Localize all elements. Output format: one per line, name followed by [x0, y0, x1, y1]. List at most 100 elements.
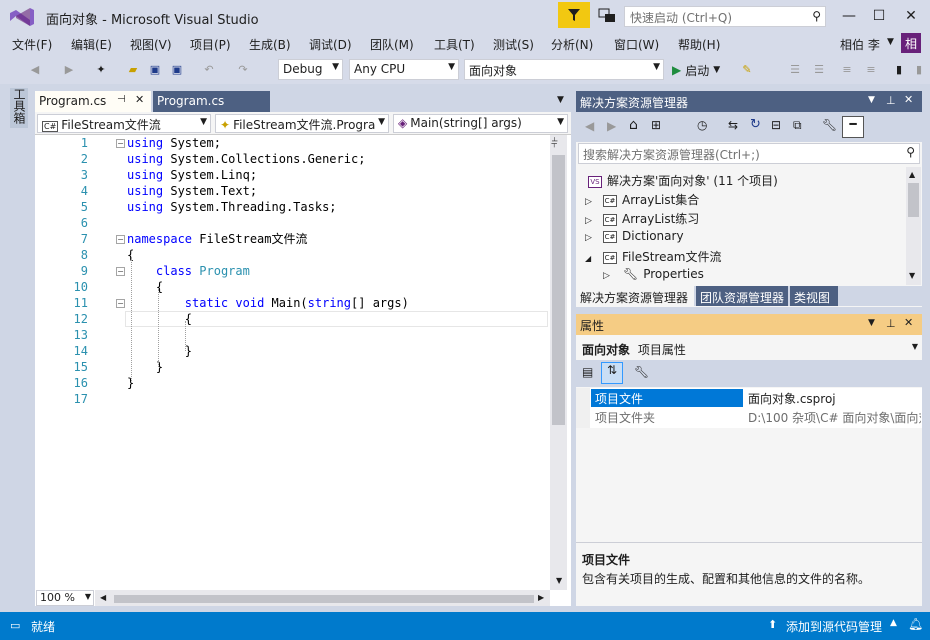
- nav-type-select[interactable]: ✦ FileStream文件流.Progra ▼: [215, 114, 389, 133]
- save-all-icon[interactable]: ▣: [168, 60, 186, 78]
- scroll-left-icon[interactable]: ◀: [100, 593, 106, 602]
- startup-project-select[interactable]: 面向对象 ▼: [464, 59, 664, 80]
- add-to-source-control-button[interactable]: 添加到源代码管理: [786, 618, 882, 635]
- pin-icon[interactable]: ⊥: [886, 94, 896, 107]
- menu-window[interactable]: 窗口(W): [614, 36, 659, 53]
- code-line[interactable]: using System.Threading.Tasks;: [127, 199, 337, 215]
- collapse-all-icon[interactable]: ⊟: [771, 118, 781, 132]
- avatar[interactable]: 相: [901, 33, 921, 53]
- start-debugging-button[interactable]: ▶ 启动 ▼: [672, 60, 720, 80]
- code-line[interactable]: }: [127, 343, 192, 359]
- tab-solution-explorer[interactable]: 解决方案资源管理器: [576, 286, 694, 306]
- menu-view[interactable]: 视图(V): [130, 36, 172, 53]
- tree-item-filestream[interactable]: ◢ C# FileStream文件流: [585, 248, 722, 265]
- menu-debug[interactable]: 调试(D): [309, 36, 352, 53]
- maximize-button[interactable]: ☐: [864, 4, 894, 28]
- pending-changes-icon[interactable]: ◷: [697, 118, 707, 132]
- tree-item-arraylist-collection[interactable]: ▷ C# ArrayList集合: [585, 191, 699, 208]
- uncomment-icon[interactable]: ☰: [810, 60, 828, 78]
- code-editor[interactable]: [35, 91, 571, 606]
- next-bookmark-icon[interactable]: ▮: [910, 60, 928, 78]
- search-icon[interactable]: ⚲: [812, 9, 821, 23]
- browser-link-icon[interactable]: ✎: [738, 60, 756, 78]
- close-icon[interactable]: ✕: [904, 93, 913, 106]
- comment-icon[interactable]: ☰: [786, 60, 804, 78]
- toolbox-tab[interactable]: 工具箱: [10, 88, 28, 128]
- pin-icon[interactable]: ⊥: [886, 317, 896, 330]
- feedback-icon[interactable]: [597, 7, 619, 25]
- code-line[interactable]: using System.Collections.Generic;: [127, 151, 365, 167]
- zoom-select[interactable]: 100 % ▼: [36, 590, 94, 606]
- minimize-button[interactable]: —: [834, 4, 864, 28]
- notification-icon[interactable]: 🔔︎: [908, 617, 923, 631]
- configuration-select[interactable]: Debug ▼: [278, 59, 343, 80]
- tab-program-cs-2[interactable]: Program.cs: [153, 91, 270, 112]
- collapse-icon[interactable]: ◢: [585, 254, 603, 263]
- dropdown-icon[interactable]: ▼: [868, 95, 875, 105]
- split-icon[interactable]: ⫩: [551, 136, 558, 151]
- scroll-up-icon[interactable]: ▲: [909, 170, 915, 179]
- menu-test[interactable]: 测试(S): [493, 36, 534, 53]
- menu-tools[interactable]: 工具(T): [434, 36, 475, 53]
- undo-icon[interactable]: ↶: [200, 60, 218, 78]
- platform-select[interactable]: Any CPU ▼: [349, 59, 459, 80]
- menu-analyze[interactable]: 分析(N): [551, 36, 593, 53]
- back-icon[interactable]: ◀: [585, 119, 594, 133]
- back-icon[interactable]: ◀: [26, 60, 44, 78]
- close-button[interactable]: ✕: [896, 4, 926, 28]
- preview-icon[interactable]: ━: [842, 116, 864, 138]
- expand-icon[interactable]: ▷: [585, 216, 603, 226]
- arrow-up-icon[interactable]: ⬆: [768, 618, 777, 631]
- property-row-value[interactable]: D:\100 杂项\C# 面向对象\面向对: [744, 408, 921, 426]
- tree-item-arraylist-practice[interactable]: ▷ C# ArrayList练习: [585, 210, 699, 227]
- code-line[interactable]: class Program: [127, 263, 250, 279]
- editor-scroll-thumb[interactable]: [552, 155, 565, 425]
- tree-item-dictionary[interactable]: ▷ C# Dictionary: [585, 229, 684, 243]
- expand-icon[interactable]: ▷: [585, 197, 603, 207]
- open-file-icon[interactable]: ▰: [124, 60, 142, 78]
- nav-project-select[interactable]: C# FileStream文件流 ▼: [37, 114, 211, 133]
- scroll-down-icon[interactable]: ▼: [556, 576, 562, 585]
- collapse-icon[interactable]: −: [116, 235, 125, 244]
- menu-help[interactable]: 帮助(H): [678, 36, 720, 53]
- sync-icon[interactable]: ⇆: [728, 118, 738, 132]
- properties-object-select[interactable]: 面向对象 项目属性 ▼: [576, 337, 922, 359]
- categorized-icon[interactable]: ▤: [582, 365, 593, 379]
- tree-scroll-thumb[interactable]: [908, 183, 919, 217]
- properties-wrench-icon[interactable]: 🔧︎: [822, 118, 837, 132]
- menu-project[interactable]: 项目(P): [190, 36, 231, 53]
- tab-class-view[interactable]: 类视图: [790, 286, 838, 306]
- property-pages-wrench-icon[interactable]: 🔧︎: [634, 365, 649, 379]
- collapse-icon[interactable]: −: [116, 299, 125, 308]
- new-project-icon[interactable]: ✦: [92, 60, 110, 78]
- forward-icon[interactable]: ▶: [60, 60, 78, 78]
- menu-edit[interactable]: 编辑(E): [71, 36, 112, 53]
- code-line[interactable]: namespace FileStream文件流: [127, 231, 308, 247]
- solution-search-input[interactable]: 搜索解决方案资源管理器(Ctrl+;) ⚲: [578, 143, 920, 164]
- user-name[interactable]: 相伯 李: [840, 36, 880, 53]
- alphabetical-icon[interactable]: ⇅: [601, 362, 623, 384]
- dropdown-icon[interactable]: ▼: [868, 318, 875, 328]
- bookmark-icon[interactable]: ▮: [890, 60, 908, 78]
- menu-build[interactable]: 生成(B): [249, 36, 291, 53]
- collapse-icon[interactable]: −: [116, 139, 125, 148]
- scroll-right-icon[interactable]: ▶: [538, 593, 544, 602]
- pin-icon[interactable]: ⊣: [117, 94, 126, 105]
- property-row-name[interactable]: 项目文件夹: [591, 408, 743, 426]
- tree-item-properties[interactable]: ▷ 🔧︎ Properties: [603, 267, 704, 281]
- code-line[interactable]: using System;: [127, 135, 221, 151]
- nav-member-select[interactable]: ◈ Main(string[] args) ▼: [393, 114, 568, 133]
- forward-icon[interactable]: ▶: [607, 119, 616, 133]
- code-line[interactable]: using System.Linq;: [127, 167, 257, 183]
- indent-icon[interactable]: ≡: [838, 60, 856, 78]
- user-dropdown-icon[interactable]: ▼: [887, 37, 894, 47]
- redo-icon[interactable]: ↷: [234, 60, 252, 78]
- scroll-down-icon[interactable]: ▼: [909, 271, 915, 280]
- chevron-up-icon[interactable]: ▲: [890, 618, 897, 628]
- menu-file[interactable]: 文件(F): [12, 36, 52, 53]
- code-line[interactable]: using System.Text;: [127, 183, 257, 199]
- close-icon[interactable]: ✕: [904, 316, 913, 329]
- property-row-value[interactable]: 面向对象.csproj: [744, 389, 921, 407]
- tab-program-cs[interactable]: Program.cs ⊣ ✕: [35, 91, 151, 112]
- show-all-files-icon[interactable]: ⧉: [793, 118, 802, 133]
